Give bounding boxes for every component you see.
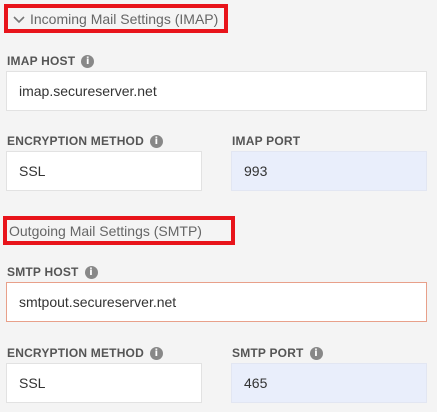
outgoing-encryption-label: ENCRYPTION METHOD i [7,345,163,361]
incoming-encryption-label: ENCRYPTION METHOD i [7,133,163,149]
outgoing-encryption-select[interactable]: SSL [6,363,202,403]
smtp-host-label-text: SMTP HOST [7,265,79,279]
info-icon[interactable]: i [309,346,323,360]
info-icon[interactable]: i [149,134,163,148]
info-icon[interactable]: i [81,54,95,68]
smtp-host-label: SMTP HOST i [7,264,98,280]
imap-port-label: IMAP PORT [232,133,300,149]
imap-port-label-text: IMAP PORT [232,134,301,148]
info-icon[interactable]: i [149,346,163,360]
incoming-encryption-select[interactable]: SSL [6,151,202,191]
imap-host-value: imap.secureserver.net [19,83,157,99]
imap-port-value: 993 [244,163,268,179]
imap-host-label: IMAP HOST i [7,53,95,69]
smtp-port-value: 465 [244,375,268,391]
smtp-port-label-text: SMTP PORT [232,346,304,360]
smtp-port-label: SMTP PORT i [232,345,323,361]
smtp-host-field[interactable]: smtpout.secureserver.net [6,282,427,322]
outgoing-encryption-value: SSL [19,375,46,391]
outgoing-settings-header[interactable]: Outgoing Mail Settings (SMTP) [3,216,235,245]
incoming-encryption-label-text: ENCRYPTION METHOD [7,134,144,148]
info-icon[interactable]: i [84,265,98,279]
chevron-down-icon [13,15,25,23]
outgoing-settings-title: Outgoing Mail Settings (SMTP) [9,222,202,239]
incoming-encryption-value: SSL [19,163,46,179]
outgoing-encryption-label-text: ENCRYPTION METHOD [7,346,144,360]
imap-port-field[interactable]: 993 [231,151,427,191]
imap-host-label-text: IMAP HOST [7,54,76,68]
imap-host-field[interactable]: imap.secureserver.net [6,71,427,111]
incoming-settings-title: Incoming Mail Settings (IMAP) [30,10,219,27]
smtp-port-field[interactable]: 465 [231,363,427,403]
incoming-settings-header[interactable]: Incoming Mail Settings (IMAP) [4,4,228,33]
smtp-host-value: smtpout.secureserver.net [19,294,177,310]
